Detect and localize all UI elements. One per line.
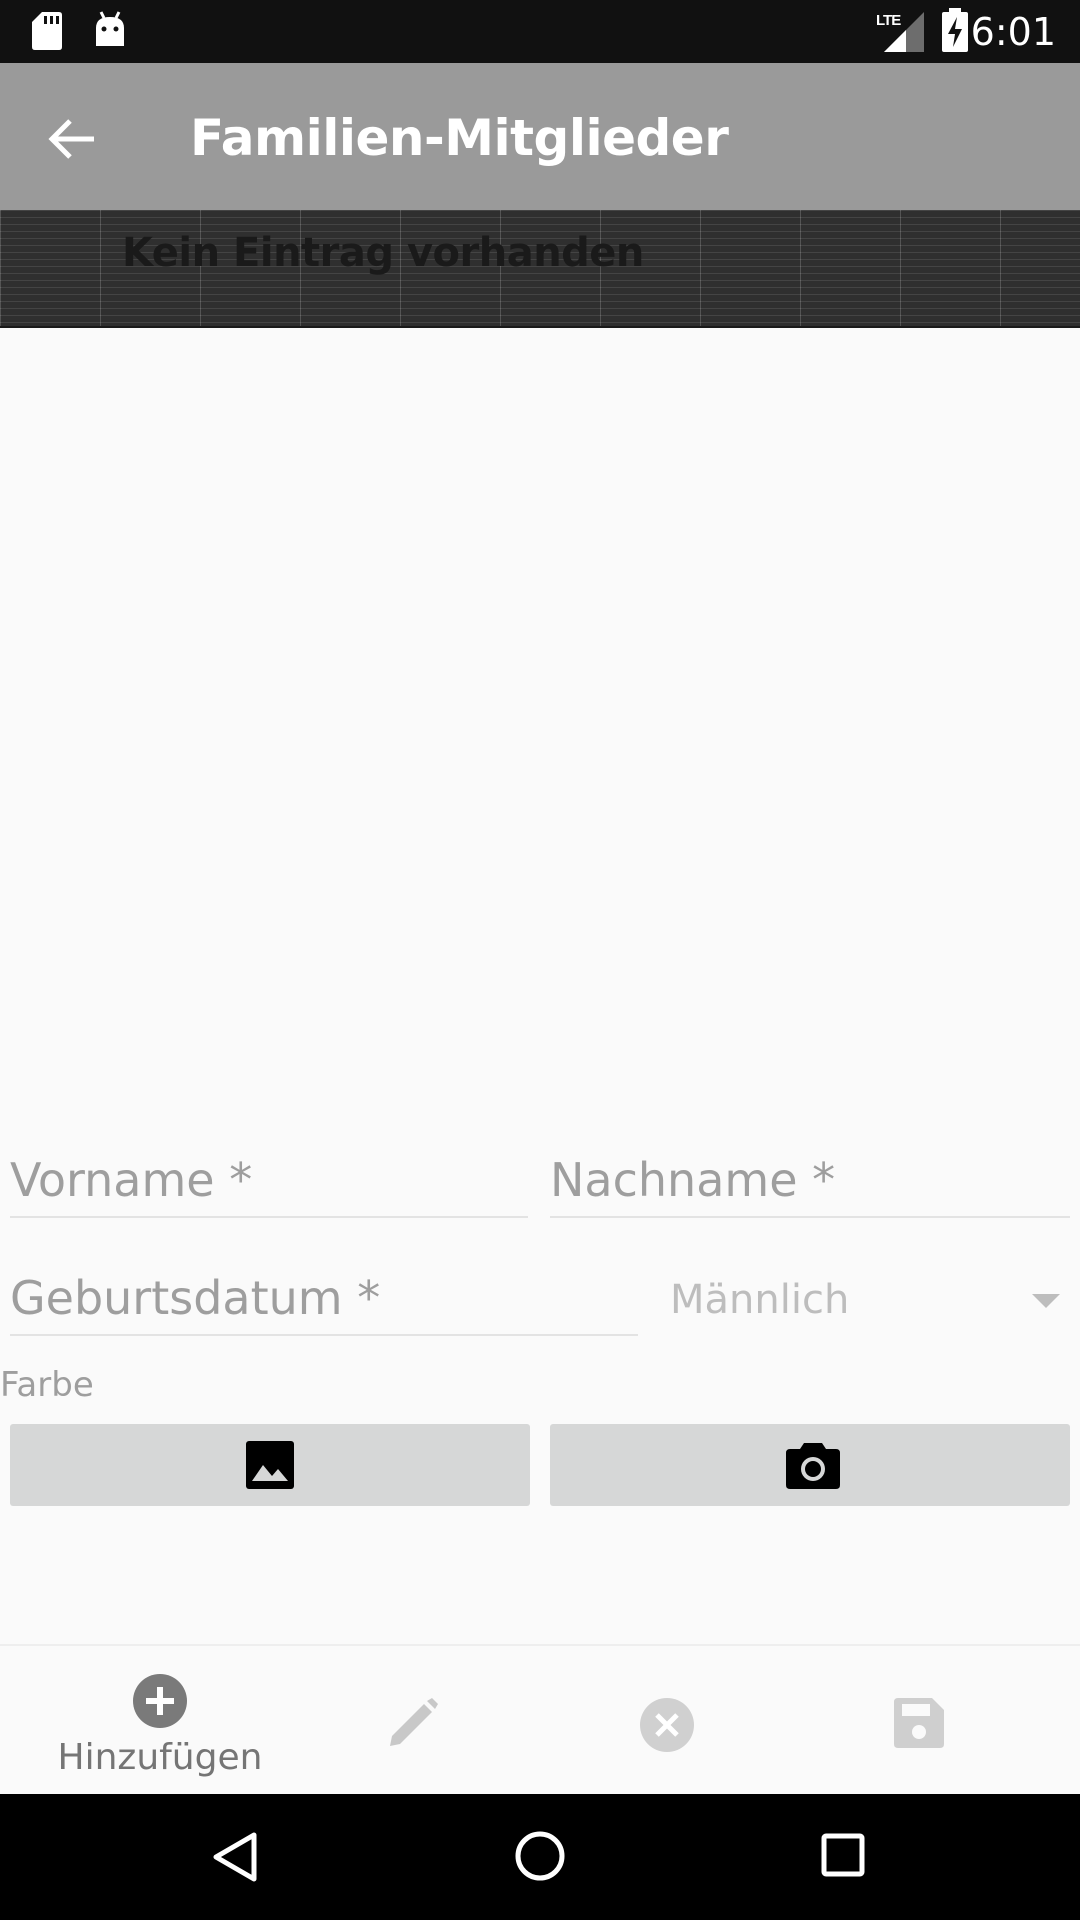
lte-signal-icon: [884, 12, 924, 52]
empty-list-message: Kein Eintrag vorhanden: [122, 230, 644, 276]
home-circle-icon[interactable]: [514, 1830, 566, 1882]
add-label: Hinzufügen: [57, 1737, 263, 1778]
sd-card-icon: [32, 12, 62, 50]
save-icon[interactable]: [894, 1698, 944, 1748]
color-label[interactable]: Farbe: [0, 1364, 94, 1406]
image-icon: [246, 1441, 294, 1489]
last-name-field[interactable]: Nachname *: [550, 1152, 1070, 1218]
first-name-label: Vorname *: [10, 1153, 253, 1207]
birthdate-field[interactable]: Geburtsdatum *: [10, 1270, 638, 1336]
page-title: Familien-Mitglieder: [190, 109, 729, 167]
gender-value: Männlich: [670, 1277, 850, 1323]
android-icon: [96, 11, 124, 46]
recents-square-icon[interactable]: [820, 1832, 866, 1878]
add-circle-icon: [133, 1674, 187, 1728]
first-name-field[interactable]: Vorname *: [10, 1152, 528, 1218]
birthdate-label: Geburtsdatum *: [10, 1271, 381, 1325]
status-time: 6:01: [970, 10, 1056, 54]
cancel-circle-icon[interactable]: [640, 1698, 694, 1752]
take-photo-button[interactable]: [550, 1424, 1070, 1506]
add-button[interactable]: Hinzufügen: [0, 1646, 320, 1796]
bottom-action-bar: Hinzufügen: [0, 1644, 1080, 1796]
system-navigation-bar: [0, 1794, 1080, 1920]
gender-dropdown[interactable]: Männlich: [670, 1272, 1070, 1332]
pencil-icon[interactable]: [388, 1698, 438, 1748]
battery-charging-icon: [942, 8, 968, 52]
chevron-down-icon: [1032, 1294, 1060, 1308]
back-triangle-icon[interactable]: [212, 1832, 258, 1882]
last-name-label: Nachname *: [550, 1153, 836, 1207]
camera-icon: [786, 1443, 840, 1489]
app-bar: Familien-Mitglieder: [0, 63, 1080, 210]
pick-image-button[interactable]: [10, 1424, 530, 1506]
empty-list-banner: Kein Eintrag vorhanden: [0, 210, 1080, 328]
status-bar: LTE 6:01: [0, 0, 1080, 63]
arrow-back-icon[interactable]: [36, 103, 108, 175]
